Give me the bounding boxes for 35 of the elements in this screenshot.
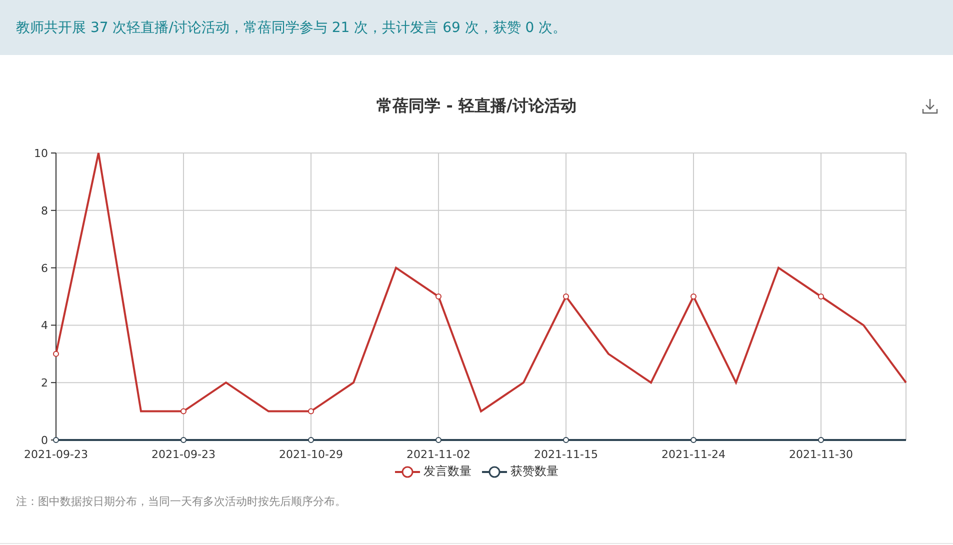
download-icon[interactable] [922,98,938,114]
legend-icon [482,464,506,478]
axis-label: 2021-11-30 [789,448,853,461]
point [308,437,314,443]
footnote: 注：图中数据按日期分布，当同一天有多次活动时按先后顺序分布。 [16,494,347,509]
legend-item[interactable]: 发言数量 [394,463,472,480]
chart-title: 常蓓同学 - 轻直播/讨论活动 [376,96,576,116]
axis-label: 2021-11-15 [534,448,598,461]
axis-label: 2021-10-29 [279,448,343,461]
axis-label: 4 [41,319,48,332]
point [690,437,696,443]
axis-label: 2021-09-23 [152,448,216,461]
point [818,294,824,300]
axis-label: 10 [34,147,48,160]
axis-label: 2021-09-23 [24,448,88,461]
legend-icon [394,464,420,478]
point [818,437,824,443]
point [53,350,59,357]
point [436,294,442,300]
point [690,294,696,300]
point [563,437,569,443]
summary-text: 教师共开展 37 次轻直播/讨论活动，常蓓同学参与 21 次，共计发言 69 次，获赞 0 次。 [16,18,567,36]
point [180,437,186,443]
point [180,408,186,414]
point [308,408,314,414]
axis-label: 2 [41,376,48,390]
point [563,294,569,300]
legend-item[interactable]: 获赞数量 [482,463,558,480]
axis-label: 2021-11-02 [406,448,470,461]
point [53,437,59,443]
axis-label: 6 [41,262,48,275]
point [436,437,442,443]
axis-label: 8 [41,204,48,218]
axis-label: 2021-11-24 [662,448,726,461]
axis-label: 0 [41,434,48,447]
